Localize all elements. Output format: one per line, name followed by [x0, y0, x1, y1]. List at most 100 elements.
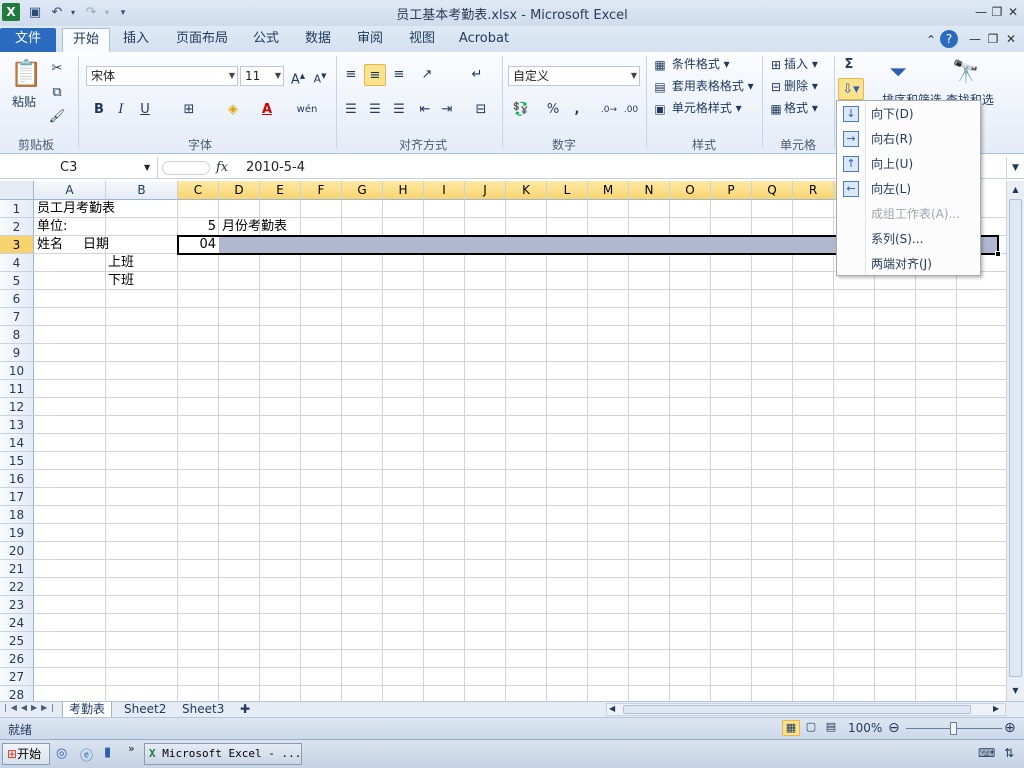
- align-top-icon[interactable]: ≡: [340, 64, 362, 86]
- quicklaunch-icon-3[interactable]: ▮: [104, 745, 111, 760]
- align-left-icon[interactable]: ☰: [340, 99, 362, 121]
- row-header-1[interactable]: 1: [0, 200, 34, 218]
- font-color-icon[interactable]: A: [256, 99, 278, 121]
- row-header-17[interactable]: 17: [0, 488, 34, 506]
- copy-icon[interactable]: ⧉: [46, 82, 68, 104]
- wrap-text-icon[interactable]: ↵: [466, 64, 488, 86]
- page-break-view-icon[interactable]: ▤: [822, 720, 840, 736]
- tab-formulas[interactable]: 公式: [246, 28, 286, 52]
- fill-menu-item-2[interactable]: ↑ 向上(U): [838, 152, 979, 176]
- align-right-icon[interactable]: ☰: [388, 99, 410, 121]
- cell-a3-date[interactable]: 日期: [83, 236, 109, 254]
- fill-menu-item-5[interactable]: 系列(S)...: [838, 227, 979, 251]
- formula-splitter[interactable]: [162, 161, 210, 175]
- fill-menu-item-3[interactable]: ← 向左(L): [838, 177, 979, 201]
- column-header-r[interactable]: R: [793, 181, 834, 200]
- sheet-nav-icon[interactable]: |◀◀▶▶|: [4, 703, 58, 712]
- fill-menu-item-1[interactable]: → 向右(R): [838, 127, 979, 151]
- align-middle-icon[interactable]: ≡: [364, 64, 386, 86]
- paste-button[interactable]: 粘贴: [12, 94, 36, 110]
- quicklaunch-more-icon[interactable]: »: [128, 742, 135, 755]
- cell-c2[interactable]: 5: [178, 218, 216, 236]
- zoom-slider-thumb[interactable]: [950, 722, 957, 735]
- find-select-icon[interactable]: 🔭: [946, 56, 986, 90]
- column-header-i[interactable]: I: [424, 181, 465, 200]
- phonetic-icon[interactable]: wén: [296, 99, 318, 121]
- cell-b5[interactable]: 下班: [108, 272, 134, 290]
- row-header-19[interactable]: 19: [0, 524, 34, 542]
- cell-c3[interactable]: 04: [178, 236, 216, 254]
- taskbar-excel-button[interactable]: X Microsoft Excel - ...: [144, 743, 302, 765]
- merge-center-icon[interactable]: ⊟: [470, 99, 492, 121]
- fill-menu-item-6[interactable]: 两端对齐(J): [838, 252, 979, 276]
- zoom-in-icon[interactable]: ⊕: [1004, 720, 1016, 736]
- keyboard-tray-icon[interactable]: ⌨: [978, 746, 995, 760]
- tab-review[interactable]: 审阅: [350, 28, 390, 52]
- close-icon[interactable]: ✕: [1002, 3, 1024, 21]
- font-size-combo[interactable]: 11 ▼: [240, 66, 284, 86]
- vertical-scroll-thumb[interactable]: [1009, 199, 1022, 677]
- fill-button[interactable]: ⇩▾: [838, 78, 864, 100]
- zoom-out-icon[interactable]: ⊖: [888, 720, 900, 736]
- start-button[interactable]: ⊞开始: [2, 743, 50, 765]
- accounting-format-icon[interactable]: 💱: [510, 99, 532, 121]
- expand-formula-icon[interactable]: ▼: [1006, 157, 1024, 179]
- column-header-l[interactable]: L: [547, 181, 588, 200]
- name-box[interactable]: C3 ▼: [0, 157, 158, 179]
- select-all-corner[interactable]: [0, 181, 34, 200]
- column-header-d[interactable]: D: [219, 181, 260, 200]
- format-painter-icon[interactable]: 🖌: [46, 106, 68, 128]
- format-cells-button[interactable]: ▦ 格式 ▾: [768, 100, 818, 117]
- collapse-ribbon-icon[interactable]: ⌃: [920, 31, 942, 49]
- row-header-5[interactable]: 5: [0, 272, 34, 290]
- sort-filter-icon[interactable]: ⏷: [878, 56, 918, 90]
- row-header-23[interactable]: 23: [0, 596, 34, 614]
- workbook-close-icon[interactable]: ✕: [1000, 30, 1022, 48]
- insert-sheet-icon[interactable]: ✚: [234, 702, 256, 718]
- orientation-icon[interactable]: ↗: [416, 64, 438, 86]
- row-header-7[interactable]: 7: [0, 308, 34, 326]
- paste-icon[interactable]: 📋: [10, 56, 42, 92]
- align-bottom-icon[interactable]: ≡: [388, 64, 410, 86]
- page-layout-view-icon[interactable]: ▢: [802, 720, 820, 736]
- align-center-icon[interactable]: ☰: [364, 99, 386, 121]
- normal-view-icon[interactable]: ▦: [782, 720, 800, 736]
- autosum-button[interactable]: Σ: [838, 54, 860, 76]
- tab-page-layout[interactable]: 页面布局: [170, 28, 234, 52]
- row-header-25[interactable]: 25: [0, 632, 34, 650]
- ie-icon[interactable]: ⓔ: [80, 745, 93, 764]
- column-header-e[interactable]: E: [260, 181, 301, 200]
- decrease-decimal-icon[interactable]: .00: [620, 99, 642, 121]
- row-header-3[interactable]: 3: [0, 236, 34, 254]
- underline-button[interactable]: U: [134, 99, 156, 121]
- tab-acrobat[interactable]: Acrobat: [454, 28, 514, 52]
- row-header-10[interactable]: 10: [0, 362, 34, 380]
- tab-home[interactable]: 开始: [62, 28, 110, 52]
- column-header-p[interactable]: P: [711, 181, 752, 200]
- column-header-j[interactable]: J: [465, 181, 506, 200]
- row-header-16[interactable]: 16: [0, 470, 34, 488]
- column-header-m[interactable]: M: [588, 181, 629, 200]
- insert-cells-button[interactable]: ⊞ 插入 ▾: [768, 56, 818, 73]
- row-header-4[interactable]: 4: [0, 254, 34, 272]
- sheet-tab-kaoqin[interactable]: 考勤表: [62, 702, 113, 718]
- font-name-combo[interactable]: 宋体 ▼: [86, 66, 238, 86]
- sheet-tab-sheet2[interactable]: Sheet2: [118, 702, 172, 718]
- column-header-q[interactable]: Q: [752, 181, 793, 200]
- decrease-indent-icon[interactable]: ⇤: [414, 99, 436, 121]
- fill-menu-item-0[interactable]: ↓ 向下(D): [838, 102, 979, 126]
- number-format-combo[interactable]: 自定义 ▼: [508, 66, 640, 86]
- row-header-27[interactable]: 27: [0, 668, 34, 686]
- zoom-level[interactable]: 100%: [848, 721, 882, 735]
- column-header-c[interactable]: C: [178, 181, 219, 200]
- sheet-tab-sheet3[interactable]: Sheet3: [176, 702, 230, 718]
- row-header-26[interactable]: 26: [0, 650, 34, 668]
- help-icon[interactable]: ?: [940, 30, 958, 48]
- delete-cells-button[interactable]: ⊟ 删除 ▾: [768, 78, 818, 95]
- format-as-table-button[interactable]: ▤ 套用表格格式 ▾: [652, 78, 753, 95]
- column-header-g[interactable]: G: [342, 181, 383, 200]
- scroll-right-icon[interactable]: ▶: [993, 704, 999, 713]
- bold-button[interactable]: B: [88, 99, 110, 121]
- row-header-22[interactable]: 22: [0, 578, 34, 596]
- cell-d2[interactable]: 月份考勤表: [222, 218, 287, 236]
